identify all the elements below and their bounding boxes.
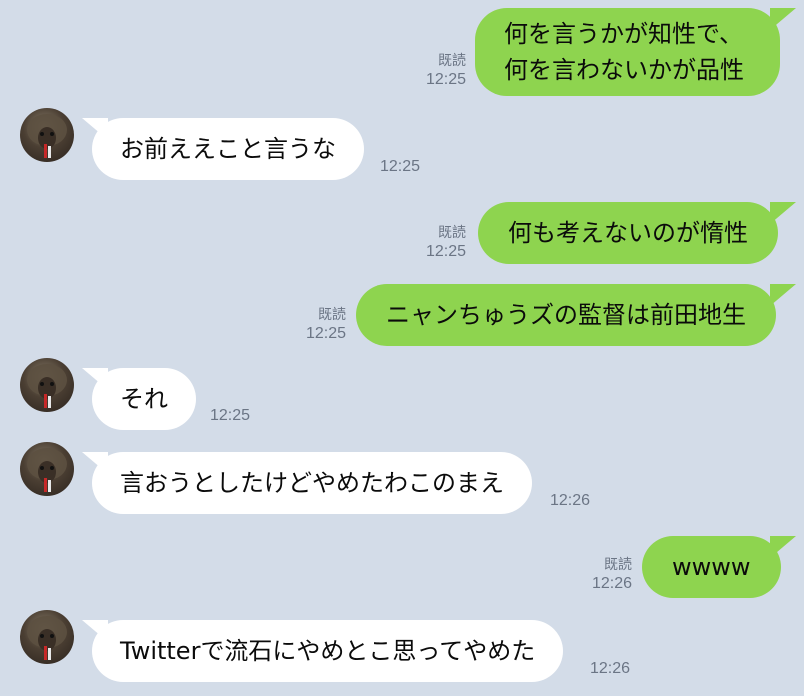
chat-thread: 既読 12:25 何を言うかが知性で、 何を言わないかが品性 お前ええこと言うな…	[0, 0, 804, 696]
timestamp: 12:26	[591, 575, 632, 592]
timestamp: 12:26	[550, 492, 591, 509]
message-text: お前ええこと言うな	[120, 135, 336, 163]
message-meta: 既読 12:26	[566, 554, 632, 594]
timestamp: 12:25	[305, 325, 346, 342]
message-meta: 既読 12:25	[400, 50, 466, 90]
hedgehog-avatar-icon[interactable]	[20, 358, 74, 412]
read-receipt: 既読	[438, 52, 466, 68]
message-meta: 既読 12:25	[400, 222, 466, 262]
message-text: 言おうとしたけどやめたわこのまえ	[120, 469, 504, 497]
outgoing-message-bubble[interactable]: 何も考えないのが惰性	[478, 202, 778, 264]
message-text: ニャンちゅうズの監督は前田地生	[386, 301, 746, 329]
timestamp: 12:25	[425, 243, 466, 260]
message-text: wwww	[672, 553, 751, 581]
read-receipt: 既読	[604, 556, 632, 572]
read-receipt: 既読	[318, 306, 346, 322]
bubble-tail	[770, 284, 796, 306]
message-text: Twitterで流石にやめとこ思ってやめた	[120, 637, 536, 665]
timestamp: 12:25	[425, 71, 466, 88]
hedgehog-avatar-icon[interactable]	[20, 610, 74, 664]
outgoing-message-bubble[interactable]: ニャンちゅうズの監督は前田地生	[356, 284, 776, 346]
timestamp: 12:25	[210, 407, 251, 424]
incoming-message-bubble[interactable]: それ	[92, 368, 196, 430]
read-receipt: 既読	[438, 224, 466, 240]
outgoing-message-bubble[interactable]: 何を言うかが知性で、 何を言わないかが品性	[475, 8, 780, 96]
outgoing-message-bubble[interactable]: wwww	[642, 536, 781, 598]
message-text-line: 何を言うかが知性で、	[504, 20, 744, 48]
message-text: それ	[120, 385, 168, 413]
hedgehog-avatar-icon[interactable]	[20, 108, 74, 162]
timestamp: 12:26	[590, 660, 631, 677]
hedgehog-avatar-icon[interactable]	[20, 442, 74, 496]
timestamp: 12:25	[380, 158, 421, 175]
message-text-line: 何を言わないかが品性	[504, 56, 744, 84]
incoming-message-bubble[interactable]: Twitterで流石にやめとこ思ってやめた	[92, 620, 564, 682]
message-text: 何も考えないのが惰性	[508, 219, 748, 247]
incoming-message-bubble[interactable]: お前ええこと言うな	[92, 118, 364, 180]
message-meta: 既読 12:25	[280, 304, 346, 344]
incoming-message-bubble[interactable]: 言おうとしたけどやめたわこのまえ	[92, 452, 532, 514]
